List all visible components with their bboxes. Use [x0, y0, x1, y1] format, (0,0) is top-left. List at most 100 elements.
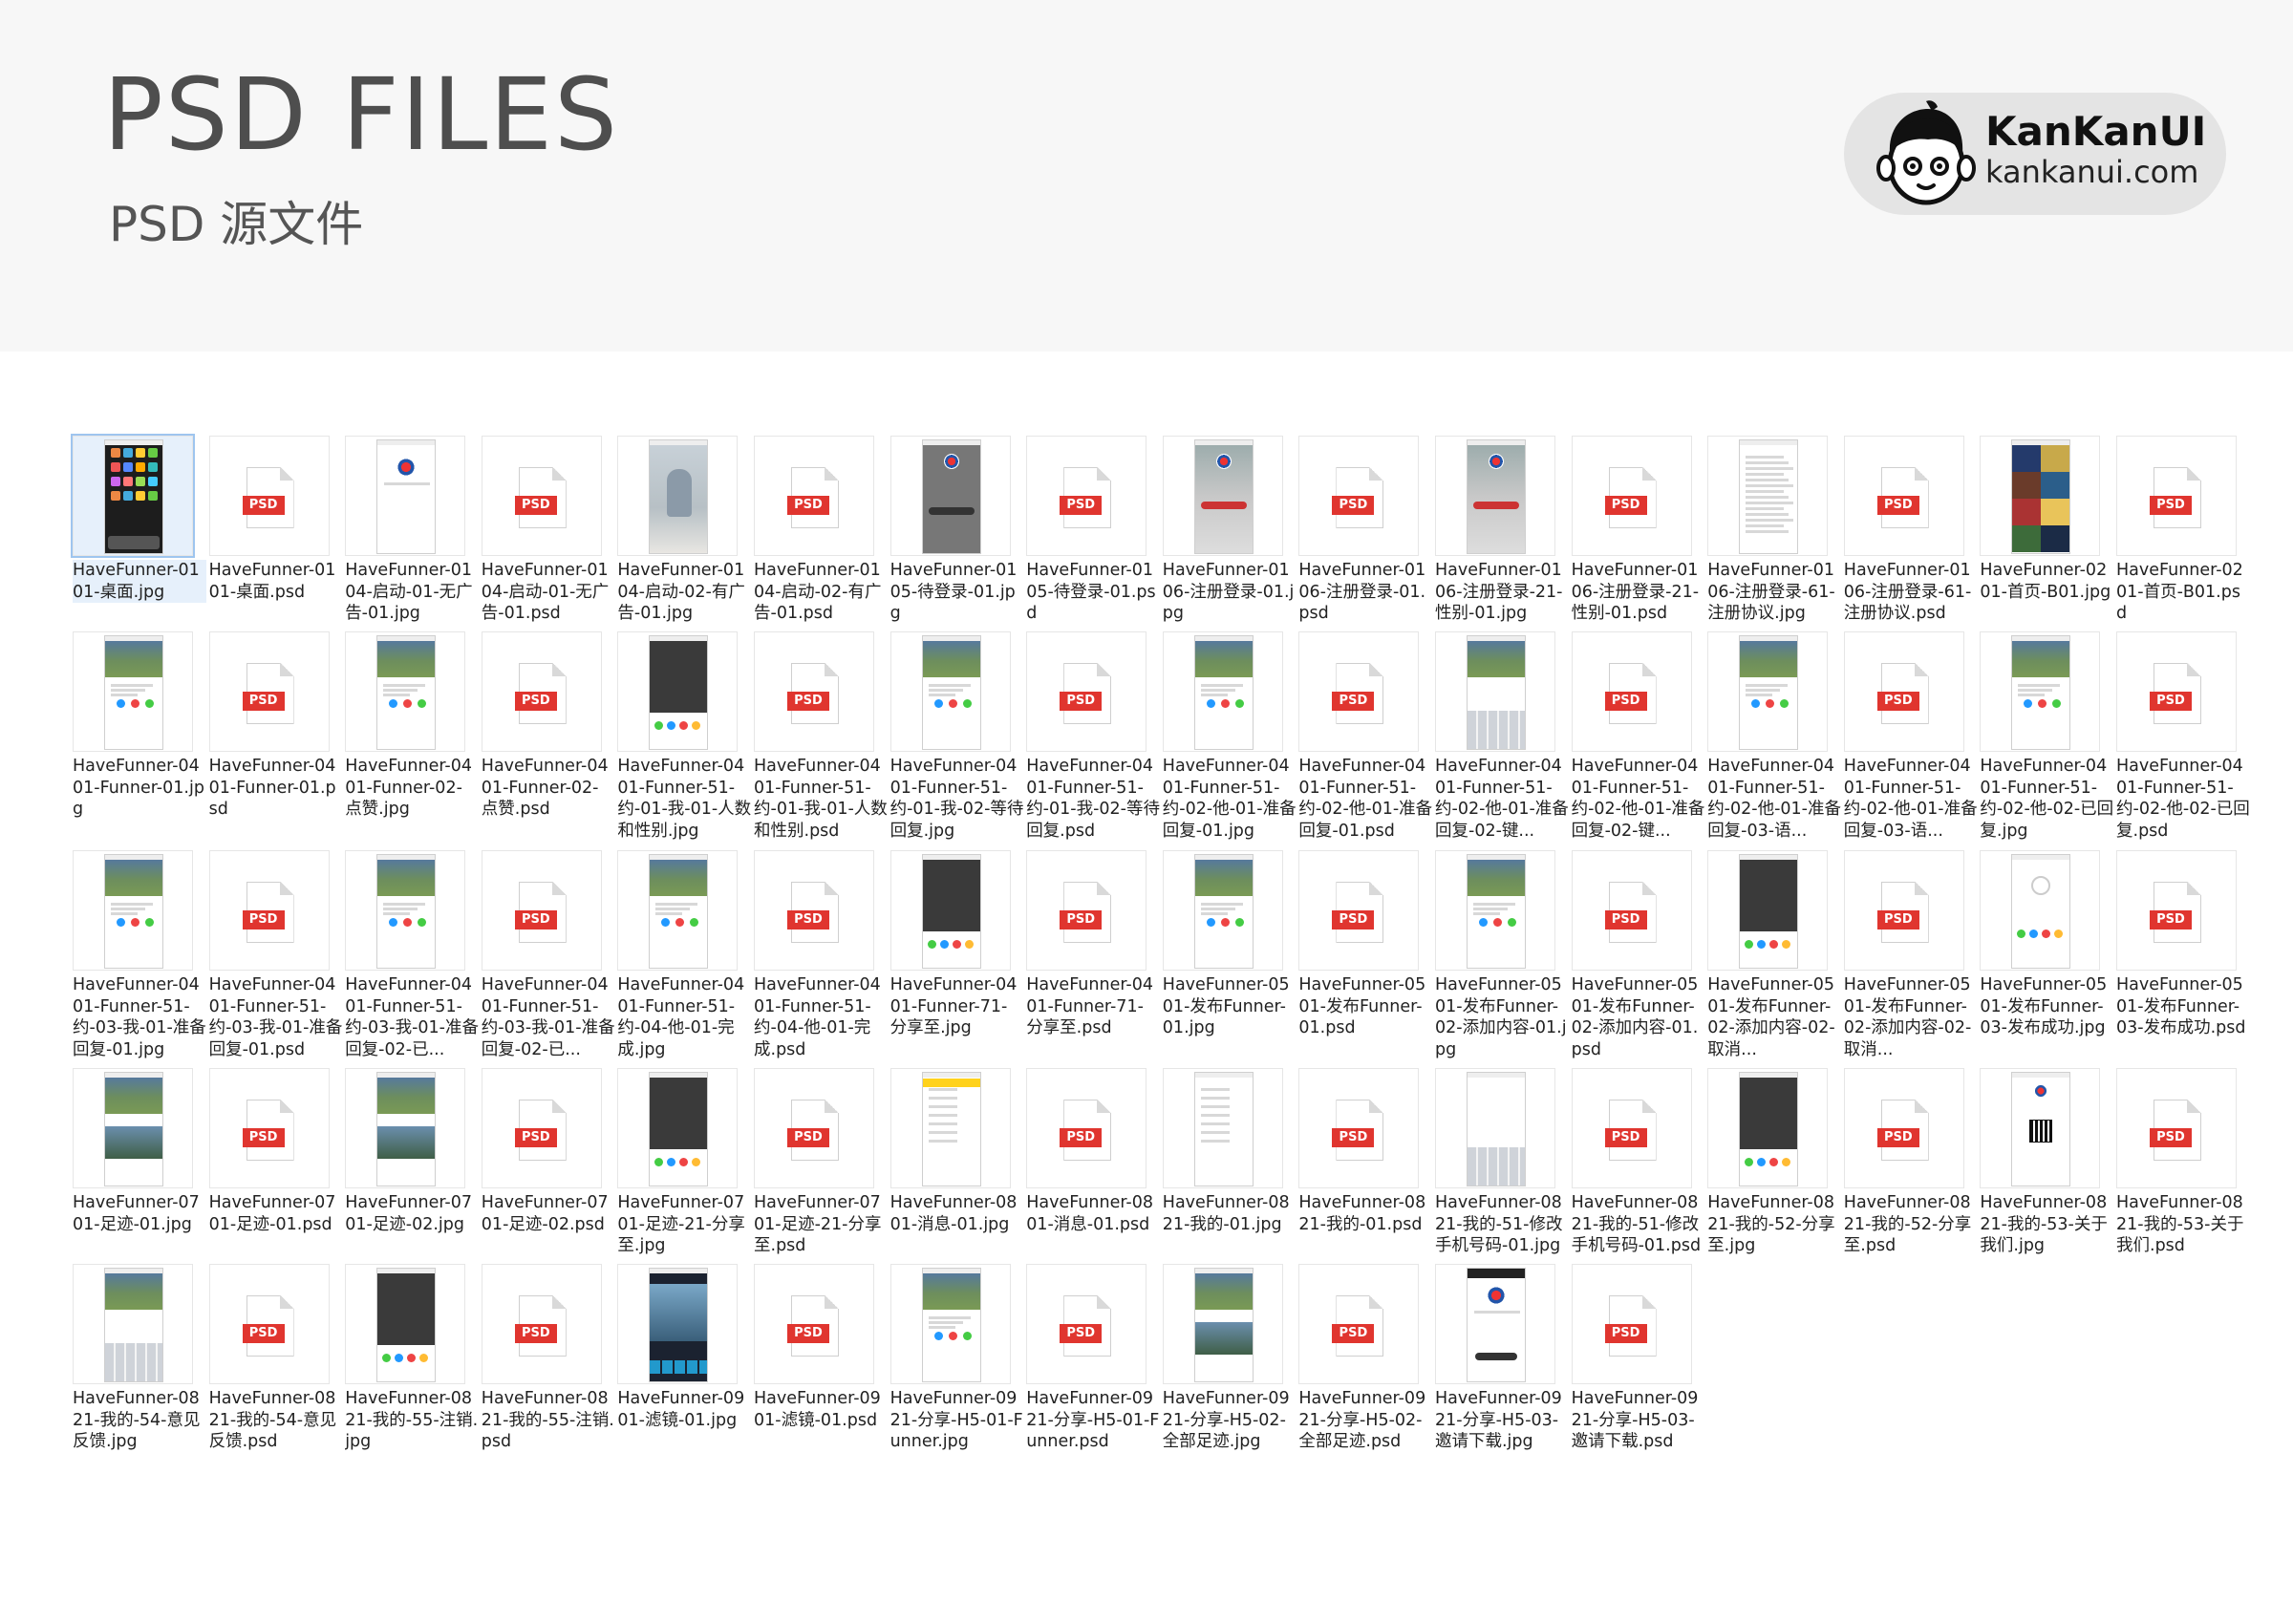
- file-thumbnail[interactable]: PSD: [481, 436, 602, 556]
- file-thumbnail[interactable]: [1707, 850, 1829, 971]
- file-name[interactable]: HaveFunner-0401-Funner-51-约-01-我-02-等待回复…: [1026, 756, 1160, 842]
- file-name[interactable]: HaveFunner-0106-注册登录-61-注册协议.jpg: [1707, 560, 1841, 625]
- file-thumbnail[interactable]: [73, 631, 193, 752]
- file-name[interactable]: HaveFunner-0401-Funner-51-约-04-他-01-完成.p…: [754, 974, 888, 1060]
- file-name[interactable]: HaveFunner-0501-发布Funner-02-添加内容-01.jpg: [1435, 974, 1569, 1060]
- file-name[interactable]: HaveFunner-0821-我的-52-分享至.jpg: [1707, 1192, 1841, 1257]
- file-name[interactable]: HaveFunner-0401-Funner-51-约-02-他-02-已回复.…: [2116, 756, 2250, 842]
- file-thumbnail[interactable]: PSD: [1026, 850, 1147, 971]
- file-thumbnail[interactable]: [73, 1068, 193, 1188]
- file-name[interactable]: HaveFunner-0921-分享-H5-03-邀请下载.jpg: [1435, 1388, 1569, 1453]
- file-thumbnail[interactable]: PSD: [208, 436, 330, 556]
- file-thumbnail[interactable]: [1707, 631, 1829, 752]
- file-name[interactable]: HaveFunner-0701-足迹-02.psd: [482, 1192, 615, 1235]
- file-name[interactable]: HaveFunner-0401-Funner-71-分享至.psd: [1026, 974, 1160, 1039]
- file-thumbnail[interactable]: PSD: [481, 1264, 602, 1384]
- file-thumbnail[interactable]: PSD: [208, 631, 330, 752]
- file-name[interactable]: HaveFunner-0821-我的-01.psd: [1298, 1192, 1432, 1235]
- file-name[interactable]: HaveFunner-0821-我的-53-关于我们.jpg: [1980, 1192, 2113, 1257]
- file-name[interactable]: HaveFunner-0101-桌面.jpg: [73, 560, 206, 603]
- file-thumbnail[interactable]: [1162, 1068, 1283, 1188]
- file-thumbnail[interactable]: [617, 1264, 739, 1384]
- file-thumbnail[interactable]: PSD: [1026, 1068, 1147, 1188]
- file-thumbnail[interactable]: PSD: [1026, 631, 1147, 752]
- file-name[interactable]: HaveFunner-0401-Funner-51-约-03-我-01-准备回复…: [73, 974, 206, 1060]
- file-thumbnail[interactable]: [73, 850, 193, 971]
- file-thumbnail[interactable]: PSD: [754, 1068, 874, 1188]
- file-thumbnail[interactable]: PSD: [208, 1264, 330, 1384]
- file-name[interactable]: HaveFunner-0921-分享-H5-01-Funner.psd: [1026, 1388, 1160, 1453]
- file-thumbnail[interactable]: PSD: [754, 631, 874, 752]
- file-name[interactable]: HaveFunner-0501-发布Funner-02-添加内容-02-取消..…: [1844, 974, 1978, 1060]
- file-name[interactable]: HaveFunner-0104-启动-02-有广告-01.psd: [754, 560, 888, 625]
- file-name[interactable]: HaveFunner-0821-我的-52-分享至.psd: [1844, 1192, 1978, 1257]
- file-thumbnail[interactable]: [1435, 850, 1555, 971]
- file-name[interactable]: HaveFunner-0701-足迹-01.jpg: [73, 1192, 206, 1235]
- file-name[interactable]: HaveFunner-0401-Funner-51-约-02-他-01-准备回复…: [1298, 756, 1432, 842]
- file-name[interactable]: HaveFunner-0104-启动-01-无广告-01.psd: [482, 560, 615, 625]
- file-thumbnail[interactable]: [1162, 436, 1283, 556]
- file-thumbnail[interactable]: PSD: [754, 850, 874, 971]
- brand-badge[interactable]: KanKanUI kankanui.com: [1844, 93, 2226, 215]
- file-name[interactable]: HaveFunner-0921-分享-H5-02-全部足迹.jpg: [1163, 1388, 1297, 1453]
- file-name[interactable]: HaveFunner-0401-Funner-51-约-04-他-01-完成.j…: [617, 974, 751, 1060]
- file-name[interactable]: HaveFunner-0401-Funner-51-约-02-他-01-准备回复…: [1163, 756, 1297, 842]
- file-thumbnail[interactable]: [1435, 631, 1555, 752]
- file-thumbnail[interactable]: PSD: [1571, 436, 1692, 556]
- file-thumbnail[interactable]: [73, 1264, 193, 1384]
- file-name[interactable]: HaveFunner-0501-发布Funner-02-添加内容-01.psd: [1572, 974, 1705, 1060]
- file-thumbnail[interactable]: [617, 1068, 739, 1188]
- file-name[interactable]: HaveFunner-0501-发布Funner-01.jpg: [1163, 974, 1297, 1039]
- file-name[interactable]: HaveFunner-0401-Funner-51-约-02-他-01-准备回复…: [1572, 756, 1705, 842]
- file-thumbnail[interactable]: PSD: [1298, 631, 1420, 752]
- file-thumbnail[interactable]: PSD: [1298, 1264, 1420, 1384]
- file-thumbnail[interactable]: PSD: [481, 850, 602, 971]
- file-name[interactable]: HaveFunner-0821-我的-54-意见反馈.jpg: [73, 1388, 206, 1453]
- file-thumbnail[interactable]: PSD: [754, 436, 874, 556]
- file-name[interactable]: HaveFunner-0701-足迹-01.psd: [209, 1192, 343, 1235]
- file-thumbnail[interactable]: PSD: [1298, 850, 1420, 971]
- file-thumbnail[interactable]: [889, 1264, 1011, 1384]
- file-name[interactable]: HaveFunner-0701-足迹-21-分享至.jpg: [617, 1192, 751, 1257]
- file-name[interactable]: HaveFunner-0106-注册登录-01.jpg: [1163, 560, 1297, 625]
- file-name[interactable]: HaveFunner-0501-发布Funner-01.psd: [1298, 974, 1432, 1039]
- file-thumbnail[interactable]: PSD: [208, 850, 330, 971]
- file-thumbnail[interactable]: [889, 631, 1011, 752]
- file-name[interactable]: HaveFunner-0201-首页-B01.jpg: [1980, 560, 2113, 603]
- file-name[interactable]: HaveFunner-0106-注册登录-61-注册协议.psd: [1844, 560, 1978, 625]
- file-name[interactable]: HaveFunner-0501-发布Funner-03-发布成功.psd: [2116, 974, 2250, 1039]
- file-thumbnail[interactable]: PSD: [1843, 850, 1964, 971]
- file-thumbnail[interactable]: [1435, 1264, 1555, 1384]
- file-thumbnail[interactable]: [1162, 631, 1283, 752]
- file-thumbnail[interactable]: [1707, 436, 1829, 556]
- file-name[interactable]: HaveFunner-0101-桌面.psd: [209, 560, 343, 603]
- file-thumbnail[interactable]: [1980, 1068, 2101, 1188]
- file-thumbnail[interactable]: [1435, 1068, 1555, 1188]
- file-name[interactable]: HaveFunner-0821-我的-55-注销.psd: [482, 1388, 615, 1453]
- file-thumbnail[interactable]: PSD: [2116, 631, 2237, 752]
- file-thumbnail[interactable]: PSD: [1843, 631, 1964, 752]
- file-thumbnail[interactable]: PSD: [1298, 1068, 1420, 1188]
- file-thumbnail[interactable]: PSD: [2116, 1068, 2237, 1188]
- file-thumbnail[interactable]: [1162, 1264, 1283, 1384]
- file-name[interactable]: HaveFunner-0401-Funner-51-约-03-我-01-准备回复…: [482, 974, 615, 1060]
- file-name[interactable]: HaveFunner-0401-Funner-71-分享至.jpg: [890, 974, 1024, 1039]
- file-name[interactable]: HaveFunner-0921-分享-H5-02-全部足迹.psd: [1298, 1388, 1432, 1453]
- file-thumbnail[interactable]: [889, 436, 1011, 556]
- file-name[interactable]: HaveFunner-0901-滤镜-01.psd: [754, 1388, 888, 1431]
- file-thumbnail[interactable]: PSD: [1026, 1264, 1147, 1384]
- file-name[interactable]: HaveFunner-0821-我的-55-注销.jpg: [345, 1388, 479, 1453]
- file-name[interactable]: HaveFunner-0501-发布Funner-02-添加内容-02-取消..…: [1707, 974, 1841, 1060]
- file-name[interactable]: HaveFunner-0401-Funner-02-点赞.jpg: [345, 756, 479, 821]
- file-name[interactable]: HaveFunner-0106-注册登录-01.psd: [1298, 560, 1432, 625]
- file-name[interactable]: HaveFunner-0401-Funner-51-约-02-他-01-准备回复…: [1707, 756, 1841, 842]
- file-thumbnail[interactable]: [1435, 436, 1555, 556]
- file-thumbnail[interactable]: [1162, 850, 1283, 971]
- file-thumbnail[interactable]: [617, 850, 739, 971]
- file-name[interactable]: HaveFunner-0801-消息-01.psd: [1026, 1192, 1160, 1235]
- file-name[interactable]: HaveFunner-0821-我的-53-关于我们.psd: [2116, 1192, 2250, 1257]
- file-thumbnail[interactable]: PSD: [1026, 436, 1147, 556]
- file-thumbnail[interactable]: [345, 631, 466, 752]
- file-name[interactable]: HaveFunner-0921-分享-H5-01-Funner.jpg: [890, 1388, 1024, 1453]
- file-name[interactable]: HaveFunner-0104-启动-01-无广告-01.jpg: [345, 560, 479, 625]
